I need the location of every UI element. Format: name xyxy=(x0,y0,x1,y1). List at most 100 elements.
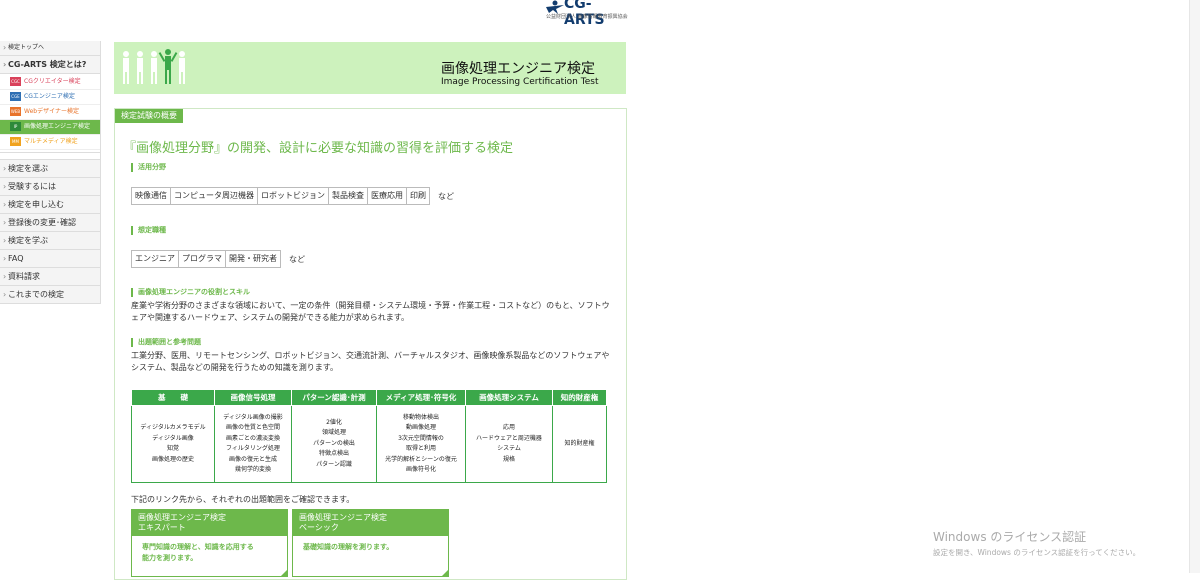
skills-text: 産業や学術分野のさまざまな領域において、一定の条件（開発目標・システム環境・予算… xyxy=(131,301,610,322)
vertical-scrollbar[interactable] xyxy=(1189,0,1200,573)
cell-line: ディジタル画像 xyxy=(152,434,194,442)
table-row: ディジタルカメラモデル ディジタル画像 知覚 画像処理の歴史 ディジタル画像の撮… xyxy=(131,405,607,483)
cell-line: 領域処理 xyxy=(321,429,346,437)
sidebar-exam-label: CGクリエイター検定 xyxy=(24,78,81,85)
sidebar-item-label: 受験するには xyxy=(8,182,56,191)
skills-heading: 画像処理エンジニアの役割とスキル xyxy=(131,288,250,297)
sidebar-item-request[interactable]: 資料請求 xyxy=(0,268,100,286)
field-tag: コンピュータ周辺機器 xyxy=(170,187,258,205)
card-subtitle: ベーシック xyxy=(299,523,339,532)
table-cell-system: 応用 ハードウェアと周辺機器 システム 規格 xyxy=(465,405,553,483)
logo-subtitle: 公益財団法人 画像情報教育振興協会 xyxy=(546,14,628,20)
cell-line: パターンの検出 xyxy=(313,439,355,447)
card-header: 画像処理エンジニア検定 ベーシック xyxy=(293,510,448,536)
sidebar-exam-web-designer[interactable]: WEB Webデザイナー検定 xyxy=(0,105,100,120)
scope-heading: 出題範囲と参考問題 xyxy=(131,338,201,347)
sidebar-item-change[interactable]: 登録後の変更･確認 xyxy=(0,214,100,232)
sidebar-item-label: 検定トップへ xyxy=(8,44,45,51)
watermark-text: 設定を開き、Windows のライセンス認証を行ってください。 xyxy=(933,548,1141,557)
sidebar-exam-cg-creator[interactable]: CGC CGクリエイター検定 xyxy=(0,75,100,90)
expert-card-link[interactable]: 画像処理エンジニア検定 エキスパート 専門知識の理解と、知識を応用する 能力を測… xyxy=(131,509,288,577)
corner-arrow-icon xyxy=(442,570,448,576)
jobs-etc: など xyxy=(289,254,305,264)
sidebar: 検定トップへ CG-ARTS 検定とは? CGC CGクリエイター検定 CGE … xyxy=(0,41,101,304)
job-tag: プログラマ xyxy=(178,250,226,268)
table-cell-media: 移動物体検出 動画像処理 3次元空間情報の 取得と利用 光学的解析とシーンの復元… xyxy=(376,405,466,483)
card-title: 画像処理エンジニア検定 xyxy=(299,513,387,522)
sidebar-exam-multimedia[interactable]: MM マルチメディア検定 xyxy=(0,135,100,150)
cell-line: 画像の性質と色空間 xyxy=(225,424,280,431)
corner-arrow-icon xyxy=(281,570,287,576)
sidebar-item-how-to-take[interactable]: 受験するには xyxy=(0,178,100,196)
card-body: 専門知識の理解と、知識を応用する 能力を測ります。 xyxy=(132,536,287,570)
sidebar-exam-label: 画像処理エンジニア検定 xyxy=(24,123,91,130)
web-designer-icon: WEB xyxy=(10,107,21,116)
sidebar-item-faq[interactable]: FAQ xyxy=(0,250,100,268)
sidebar-exam-list: CGC CGクリエイター検定 CGE CGエンジニア検定 WEB Webデザイナ… xyxy=(0,74,100,153)
page-banner: 画像処理エンジニア検定 Image Processing Certificati… xyxy=(114,42,626,94)
sidebar-exam-image-processing[interactable]: IP 画像処理エンジニア検定 xyxy=(0,120,100,135)
table-header: 知的財産権 xyxy=(552,389,607,406)
sidebar-item-choose[interactable]: 検定を選ぶ xyxy=(0,160,100,178)
sidebar-item-top[interactable]: 検定トップへ xyxy=(0,41,100,56)
sidebar-item-label: FAQ xyxy=(8,254,24,263)
fields-heading: 活用分野 xyxy=(131,163,166,172)
table-header: 基 礎 xyxy=(131,389,215,406)
field-tag: 映像通信 xyxy=(131,187,171,205)
card-text: 専門知識の理解と、知識を応用する xyxy=(142,543,254,551)
scope-text: 工業分野、医用、リモートセンシング、ロボットビジョン、交通流計測、バーチャルスタ… xyxy=(131,351,610,372)
cell-line: 幾何学的変換 xyxy=(234,466,271,473)
table-header-row: 基 礎 画像信号処理 パターン認識･計測 メディア処理･符号化 画像処理システム… xyxy=(131,389,607,406)
card-header: 画像処理エンジニア検定 エキスパート xyxy=(132,510,287,536)
cell-line: 規格 xyxy=(502,455,515,463)
sidebar-spacer xyxy=(0,153,100,160)
cell-line: 応用 xyxy=(502,424,515,431)
table-cell-ip: 知的財産権 xyxy=(552,405,607,483)
field-tag: 製品検査 xyxy=(328,187,368,205)
page-title-english: Image Processing Certification Test xyxy=(441,77,599,87)
cg-creator-icon: CGC xyxy=(10,77,21,86)
sidebar-item-label: 検定を申し込む xyxy=(8,200,64,209)
sidebar-item-label: 登録後の変更･確認 xyxy=(8,218,76,227)
fields-etc: など xyxy=(438,191,454,201)
sidebar-item-past-exams[interactable]: これまでの検定 xyxy=(0,286,100,304)
cell-line: ディジタル画像の撮影 xyxy=(223,413,283,421)
cg-arts-logo[interactable]: CG-ARTS 公益財団法人 画像情報教育振興協会 xyxy=(544,0,628,28)
lead-heading: 『画像処理分野』の開発、設計に必要な知識の習得を評価する検定 xyxy=(123,141,514,156)
sidebar-item-learn[interactable]: 検定を学ぶ xyxy=(0,232,100,250)
sidebar-item-label: これまでの検定 xyxy=(8,290,64,299)
page-title: 画像処理エンジニア検定 xyxy=(441,61,595,77)
field-tag: 印刷 xyxy=(406,187,430,205)
cell-line: 画素ごとの濃淡変換 xyxy=(226,434,280,442)
sidebar-item-apply[interactable]: 検定を申し込む xyxy=(0,196,100,214)
main-content: 検定試験の概要 『画像処理分野』の開発、設計に必要な知識の習得を評価する検定 活… xyxy=(114,108,627,580)
table-cell-signal: ディジタル画像の撮影 画像の性質と色空間 画素ごとの濃淡変換 フィルタリング処理… xyxy=(214,405,292,483)
table-header: 画像処理システム xyxy=(465,389,553,406)
table-header: パターン認識･計測 xyxy=(291,389,377,406)
card-title: 画像処理エンジニア検定 xyxy=(138,513,226,522)
cell-line: 移動物体検出 xyxy=(402,413,439,421)
fields-tags: 映像通信 コンピュータ周辺機器 ロボットビジョン 製品検査 医療応用 印刷 など xyxy=(131,187,454,205)
cg-engineer-icon: CGE xyxy=(10,92,21,101)
sidebar-item-label: 資料請求 xyxy=(8,272,40,281)
sidebar-item-about[interactable]: CG-ARTS 検定とは? xyxy=(0,56,100,74)
cell-line: フィルタリング処理 xyxy=(226,445,280,452)
jobs-tags: エンジニア プログラマ 開発・研究者 など xyxy=(131,250,305,268)
windows-activation-watermark: Windows のライセンス認証 設定を開き、Windows のライセンス認証を… xyxy=(933,528,1140,558)
card-subtitle: エキスパート xyxy=(138,523,186,532)
sidebar-exam-label: マルチメディア検定 xyxy=(24,138,78,145)
table-cell-basics: ディジタルカメラモデル ディジタル画像 知覚 画像処理の歴史 xyxy=(131,405,215,483)
sidebar-exam-cg-engineer[interactable]: CGE CGエンジニア検定 xyxy=(0,90,100,105)
card-text: 基礎知識の理解を測ります。 xyxy=(303,543,394,551)
card-body: 基礎知識の理解を測ります。 xyxy=(293,536,448,559)
basic-card-link[interactable]: 画像処理エンジニア検定 ベーシック 基礎知識の理解を測ります。 xyxy=(292,509,449,577)
cell-line: システム xyxy=(497,445,521,452)
cell-line: 画像処理の歴史 xyxy=(151,455,194,463)
watermark-title: Windows のライセンス認証 xyxy=(933,530,1087,544)
cell-line: 2値化 xyxy=(326,418,342,426)
table-header: メディア処理･符号化 xyxy=(376,389,466,406)
sidebar-item-label: 検定を学ぶ xyxy=(8,236,48,245)
cell-line: 動画像処理 xyxy=(405,424,436,431)
cell-line: 光学的解析とシーンの復元 xyxy=(385,455,457,463)
cell-line: 画像符号化 xyxy=(405,466,436,473)
